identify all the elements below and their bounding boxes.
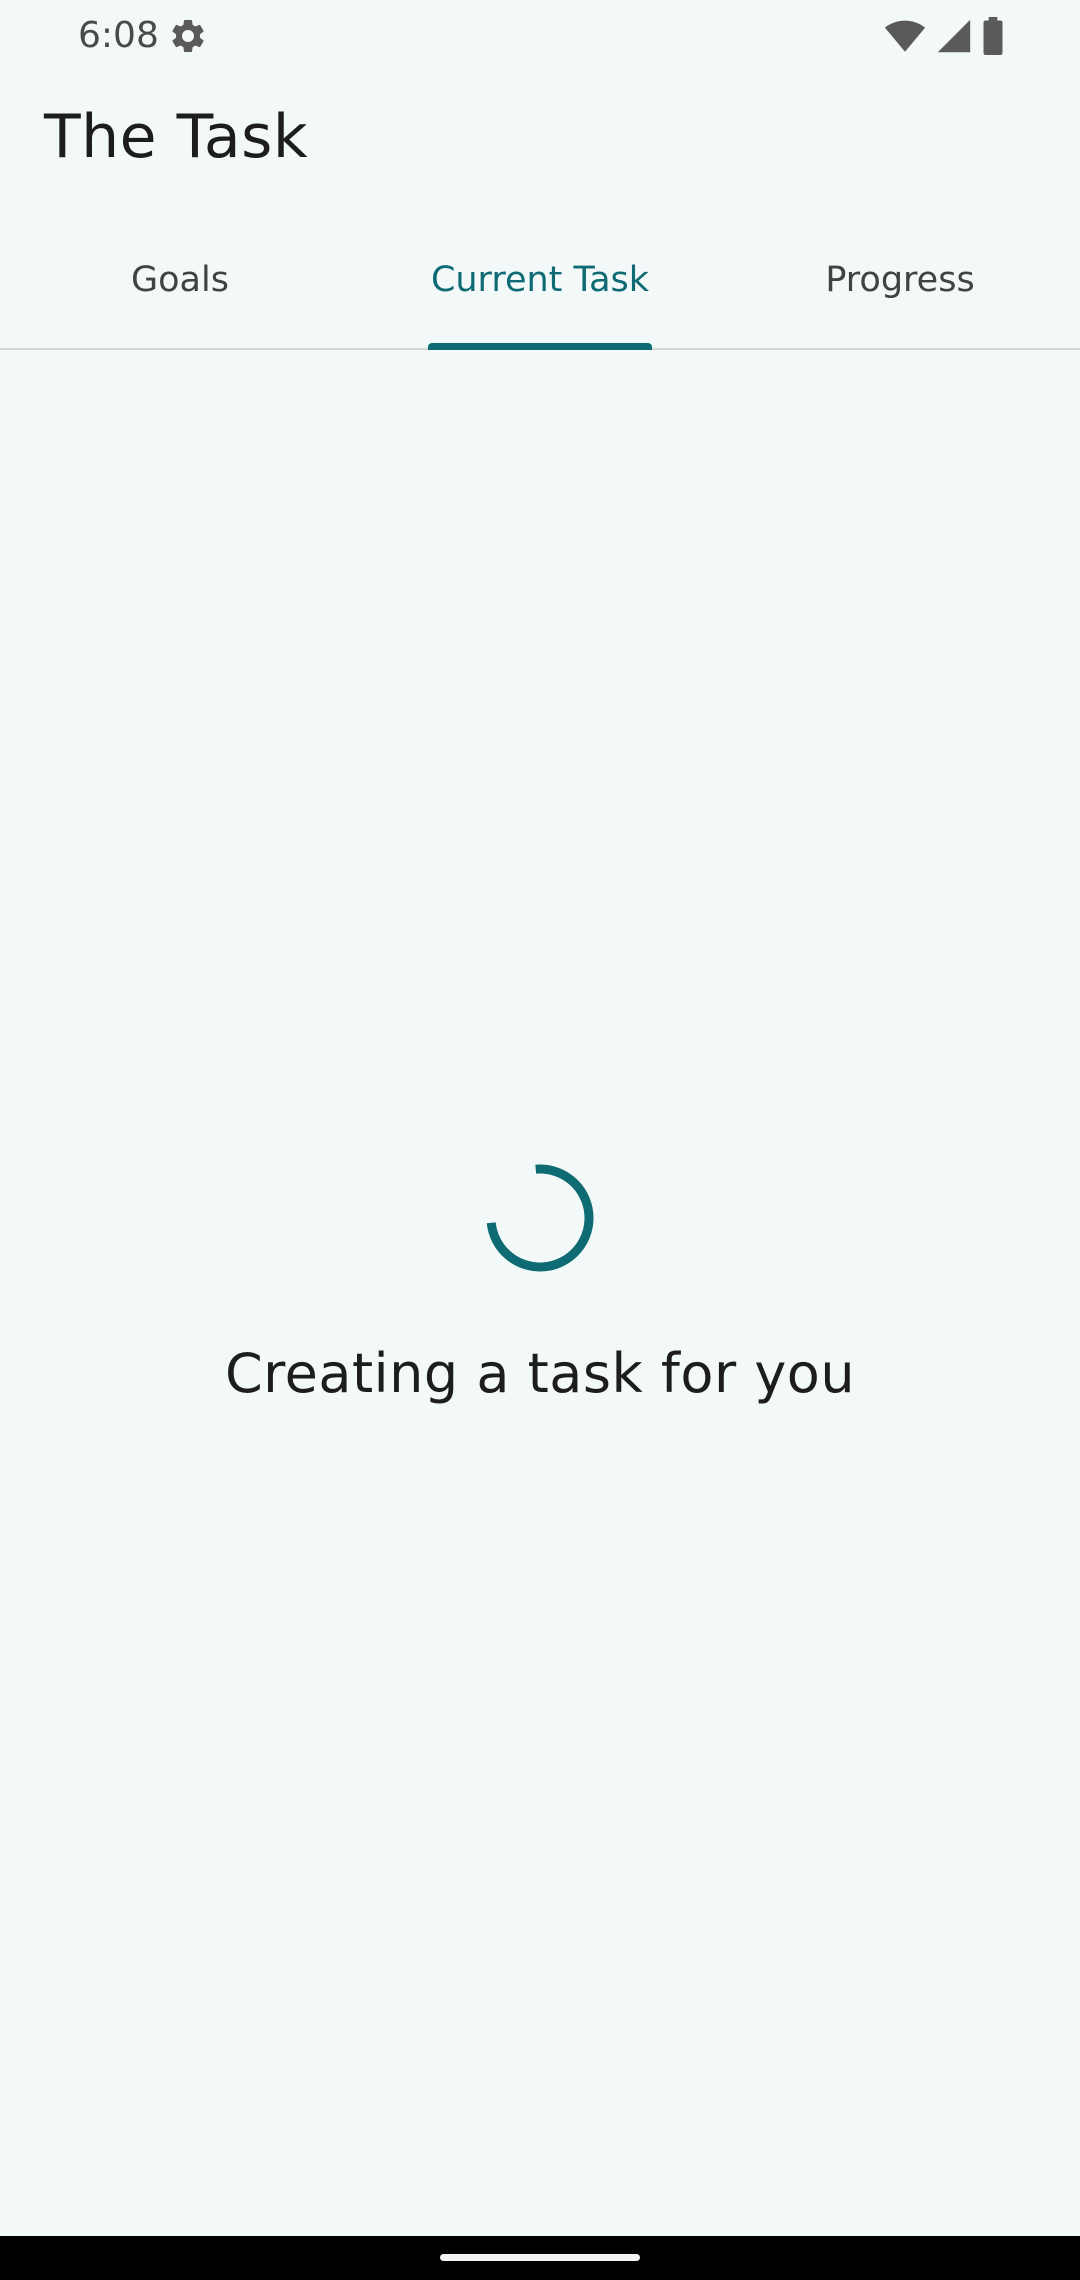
tab-current-task[interactable]: Current Task [360, 212, 720, 350]
tab-label: Progress [825, 260, 975, 300]
status-icons [884, 16, 1004, 56]
tab-label: Current Task [430, 260, 650, 300]
battery-icon [983, 17, 1003, 55]
home-handle[interactable] [440, 2254, 640, 2261]
wifi-icon [884, 20, 926, 52]
app-bar: The Task [0, 72, 1080, 212]
tab-goals[interactable]: Goals [0, 212, 360, 348]
loading-spinner-icon [486, 1164, 594, 1272]
tab-bar: Goals Current Task Progress [0, 212, 1080, 350]
loading-message: Creating a task for you [224, 1342, 856, 1405]
system-navigation-bar [0, 2236, 1080, 2280]
tab-progress[interactable]: Progress [720, 212, 1080, 348]
cell-signal-icon [937, 19, 971, 53]
active-tab-indicator [428, 343, 652, 350]
status-time: 6:08 [78, 15, 159, 56]
gear-icon [172, 19, 204, 52]
page-title: The Task [44, 102, 309, 172]
tab-label: Goals [131, 260, 229, 300]
status-bar: 6:08 [0, 0, 1080, 72]
